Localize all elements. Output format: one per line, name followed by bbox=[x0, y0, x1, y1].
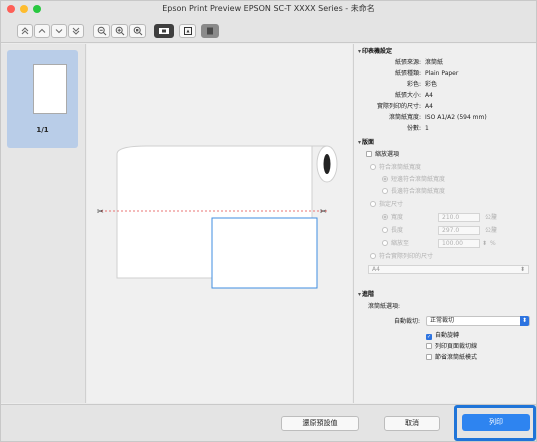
checkbox-box bbox=[366, 151, 372, 157]
radio-circle bbox=[382, 214, 388, 220]
scaling-options-checkbox[interactable]: 縮放選項 bbox=[366, 151, 399, 159]
zoom-in-icon bbox=[115, 26, 124, 36]
disclosure-triangle-icon: ▾ bbox=[358, 291, 362, 298]
thumbnail-pane: 1/1 bbox=[1, 44, 86, 403]
radio-circle bbox=[382, 176, 388, 182]
length-radio[interactable]: 長度 bbox=[382, 227, 403, 235]
window-title: Epson Print Preview EPSON SC-T XXXX Seri… bbox=[162, 4, 375, 13]
cancel-button[interactable]: 取消 bbox=[384, 416, 440, 431]
width-radio[interactable]: 寬度 bbox=[382, 214, 403, 222]
thumbnail-label: 1/1 bbox=[36, 126, 49, 134]
print-page-outline bbox=[211, 217, 318, 289]
toolbar bbox=[1, 17, 536, 43]
length-unit: 公釐 bbox=[485, 227, 498, 234]
radio-circle bbox=[382, 240, 388, 246]
layout-header[interactable]: ▾版面 bbox=[358, 139, 374, 147]
page-view-icon bbox=[183, 27, 192, 35]
radio-circle bbox=[382, 227, 388, 233]
radio-circle bbox=[370, 253, 376, 259]
roll-view-button[interactable] bbox=[154, 24, 174, 38]
popup-arrows-icon: ⬍ bbox=[520, 316, 529, 326]
save-roll-mode-checkbox[interactable]: 節省滾筒紙模式 bbox=[426, 354, 477, 362]
zoom-fit-button[interactable] bbox=[129, 24, 146, 38]
first-page-button[interactable] bbox=[17, 24, 33, 38]
width-field[interactable]: 210.0 bbox=[438, 213, 480, 222]
roll-core-icon bbox=[323, 154, 331, 174]
settings-pane: ▾印表機設定 紙張來源: 滾筒紙 紙張種類: Plain Paper 彩色: 彩… bbox=[353, 44, 536, 403]
checkbox-box bbox=[426, 354, 432, 360]
roll-paper-icon bbox=[159, 28, 169, 34]
scale-stepper[interactable]: ⬍ bbox=[482, 240, 487, 248]
restore-defaults-button[interactable]: 還原預設值 bbox=[281, 416, 359, 431]
print-preview-window: Epson Print Preview EPSON SC-T XXXX Seri… bbox=[0, 0, 537, 442]
scale-radio[interactable]: 縮放至 bbox=[382, 240, 409, 248]
print-cut-line-checkbox[interactable]: 列印頁面裁切線 bbox=[426, 343, 477, 351]
actual-size-popup[interactable]: A4 ⬍ bbox=[368, 265, 529, 274]
auto-cut-popup[interactable]: 正常裁切 ⬍ bbox=[426, 316, 530, 326]
double-chevron-down-icon bbox=[72, 27, 80, 35]
printer-settings-header[interactable]: ▾印表機設定 bbox=[358, 48, 392, 56]
zoom-fit-icon bbox=[133, 26, 142, 36]
fit-actual-size-radio[interactable]: 符合實際列印的尺寸 bbox=[370, 253, 433, 261]
popup-arrows-icon: ⬍ bbox=[519, 266, 525, 273]
page-thumbnail[interactable]: 1/1 bbox=[7, 50, 78, 148]
scale-unit: % bbox=[490, 240, 496, 247]
title-bar: Epson Print Preview EPSON SC-T XXXX Seri… bbox=[1, 1, 536, 17]
fit-short-side-radio[interactable]: 短邊符合滾筒紙寬度 bbox=[382, 176, 445, 184]
next-page-button[interactable] bbox=[51, 24, 67, 38]
specify-size-radio[interactable]: 指定尺寸 bbox=[370, 201, 403, 209]
width-unit: 公釐 bbox=[485, 214, 498, 221]
disclosure-triangle-icon: ▾ bbox=[358, 48, 362, 55]
disclosure-triangle-icon: ▾ bbox=[358, 139, 362, 146]
chevron-up-icon bbox=[38, 28, 46, 33]
double-chevron-up-icon bbox=[21, 27, 29, 35]
checkmark-icon: ✓ bbox=[426, 334, 432, 340]
advanced-header[interactable]: ▾進階 bbox=[358, 291, 374, 299]
radio-circle bbox=[370, 201, 376, 207]
thumbnail-page-image bbox=[33, 64, 67, 114]
zoom-out-icon bbox=[97, 26, 106, 36]
print-button[interactable]: 列印 bbox=[462, 414, 530, 431]
fit-roll-width-radio[interactable]: 符合滾筒紙寬度 bbox=[370, 164, 421, 172]
roll-options-label: 滾筒紙選項: bbox=[368, 303, 401, 310]
auto-rotate-checkbox[interactable]: ✓ 自動旋轉 bbox=[426, 332, 459, 340]
chevron-down-icon bbox=[55, 29, 63, 34]
scale-field[interactable]: 100.00 bbox=[438, 239, 480, 248]
length-field[interactable]: 297.0 bbox=[438, 226, 480, 235]
auto-cut-label: 自動裁切: bbox=[394, 318, 421, 325]
scissors-right-icon: ✂ bbox=[320, 207, 327, 216]
page-view-button[interactable] bbox=[179, 24, 196, 38]
previous-page-button[interactable] bbox=[34, 24, 50, 38]
last-page-button[interactable] bbox=[68, 24, 84, 38]
preview-area: ✂ ✂ bbox=[87, 44, 352, 403]
zoom-out-button[interactable] bbox=[93, 24, 110, 38]
roll-paper-preview: ✂ ✂ bbox=[97, 145, 338, 289]
zoom-in-button[interactable] bbox=[111, 24, 128, 38]
radio-circle bbox=[382, 188, 388, 194]
checkbox-box bbox=[426, 343, 432, 349]
scissors-left-icon: ✂ bbox=[97, 207, 104, 216]
dark-view-button[interactable] bbox=[201, 24, 219, 38]
radio-circle bbox=[370, 164, 376, 170]
dark-view-icon bbox=[207, 27, 213, 35]
fit-long-side-radio[interactable]: 長邊符合滾筒紙寬度 bbox=[382, 188, 445, 196]
